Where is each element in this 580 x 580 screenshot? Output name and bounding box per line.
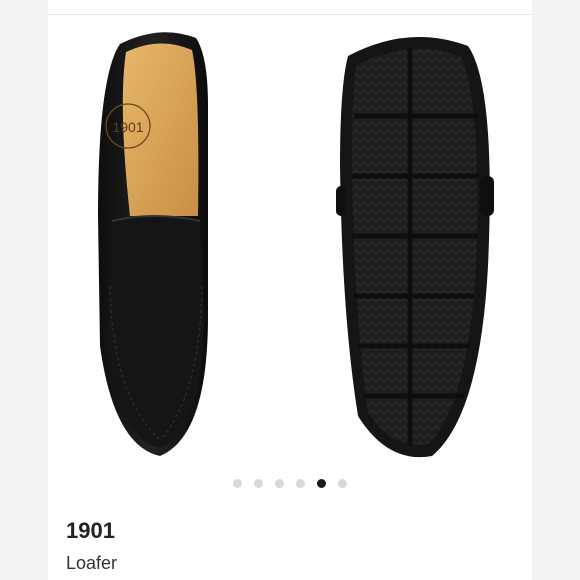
carousel-dot-2[interactable] [254,478,263,488]
carousel-dot-5-active[interactable] [317,478,326,488]
product-card: 1901 1901 Loafer [48,0,532,580]
product-title: Loafer [66,553,118,573]
carousel-dot-4[interactable] [296,478,305,488]
carousel-dot-3[interactable] [275,478,284,488]
carousel-indicator [48,477,532,489]
brand-name[interactable]: 1901 [66,518,115,544]
divider [48,14,532,15]
loafer-top-view: 1901 [98,32,208,457]
loafer-sole-view [336,37,494,458]
carousel-dot-1[interactable] [233,478,242,488]
product-image[interactable]: 1901 [48,16,532,468]
svg-text:1901: 1901 [112,119,143,135]
carousel-dot-6[interactable] [338,478,347,488]
